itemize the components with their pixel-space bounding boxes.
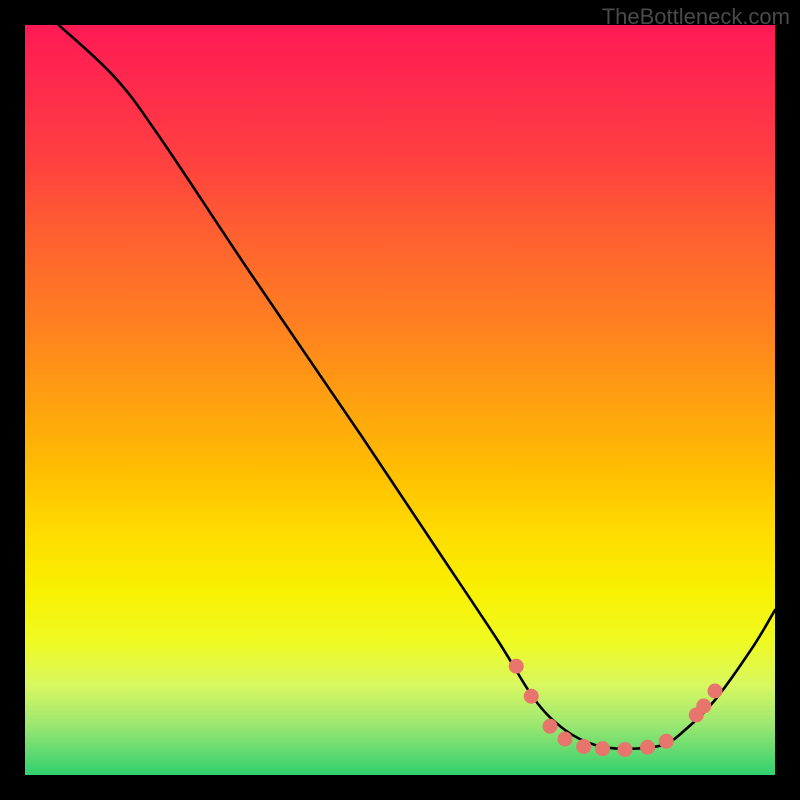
marker-dot: [576, 739, 591, 754]
marker-dot: [558, 732, 573, 747]
plot-area: [25, 25, 775, 775]
marker-dot: [640, 740, 655, 755]
marker-dot: [696, 699, 711, 714]
marker-dot: [659, 734, 674, 749]
marker-dot: [708, 684, 723, 699]
marker-dot: [524, 689, 539, 704]
bottleneck-curve: [59, 25, 775, 749]
marker-dot: [595, 741, 610, 756]
marker-dot: [509, 659, 524, 674]
watermark-text: TheBottleneck.com: [602, 4, 790, 30]
marker-dot: [618, 742, 633, 757]
chart-container: TheBottleneck.com: [0, 0, 800, 800]
marker-dot: [543, 719, 558, 734]
chart-overlay: [25, 25, 775, 775]
